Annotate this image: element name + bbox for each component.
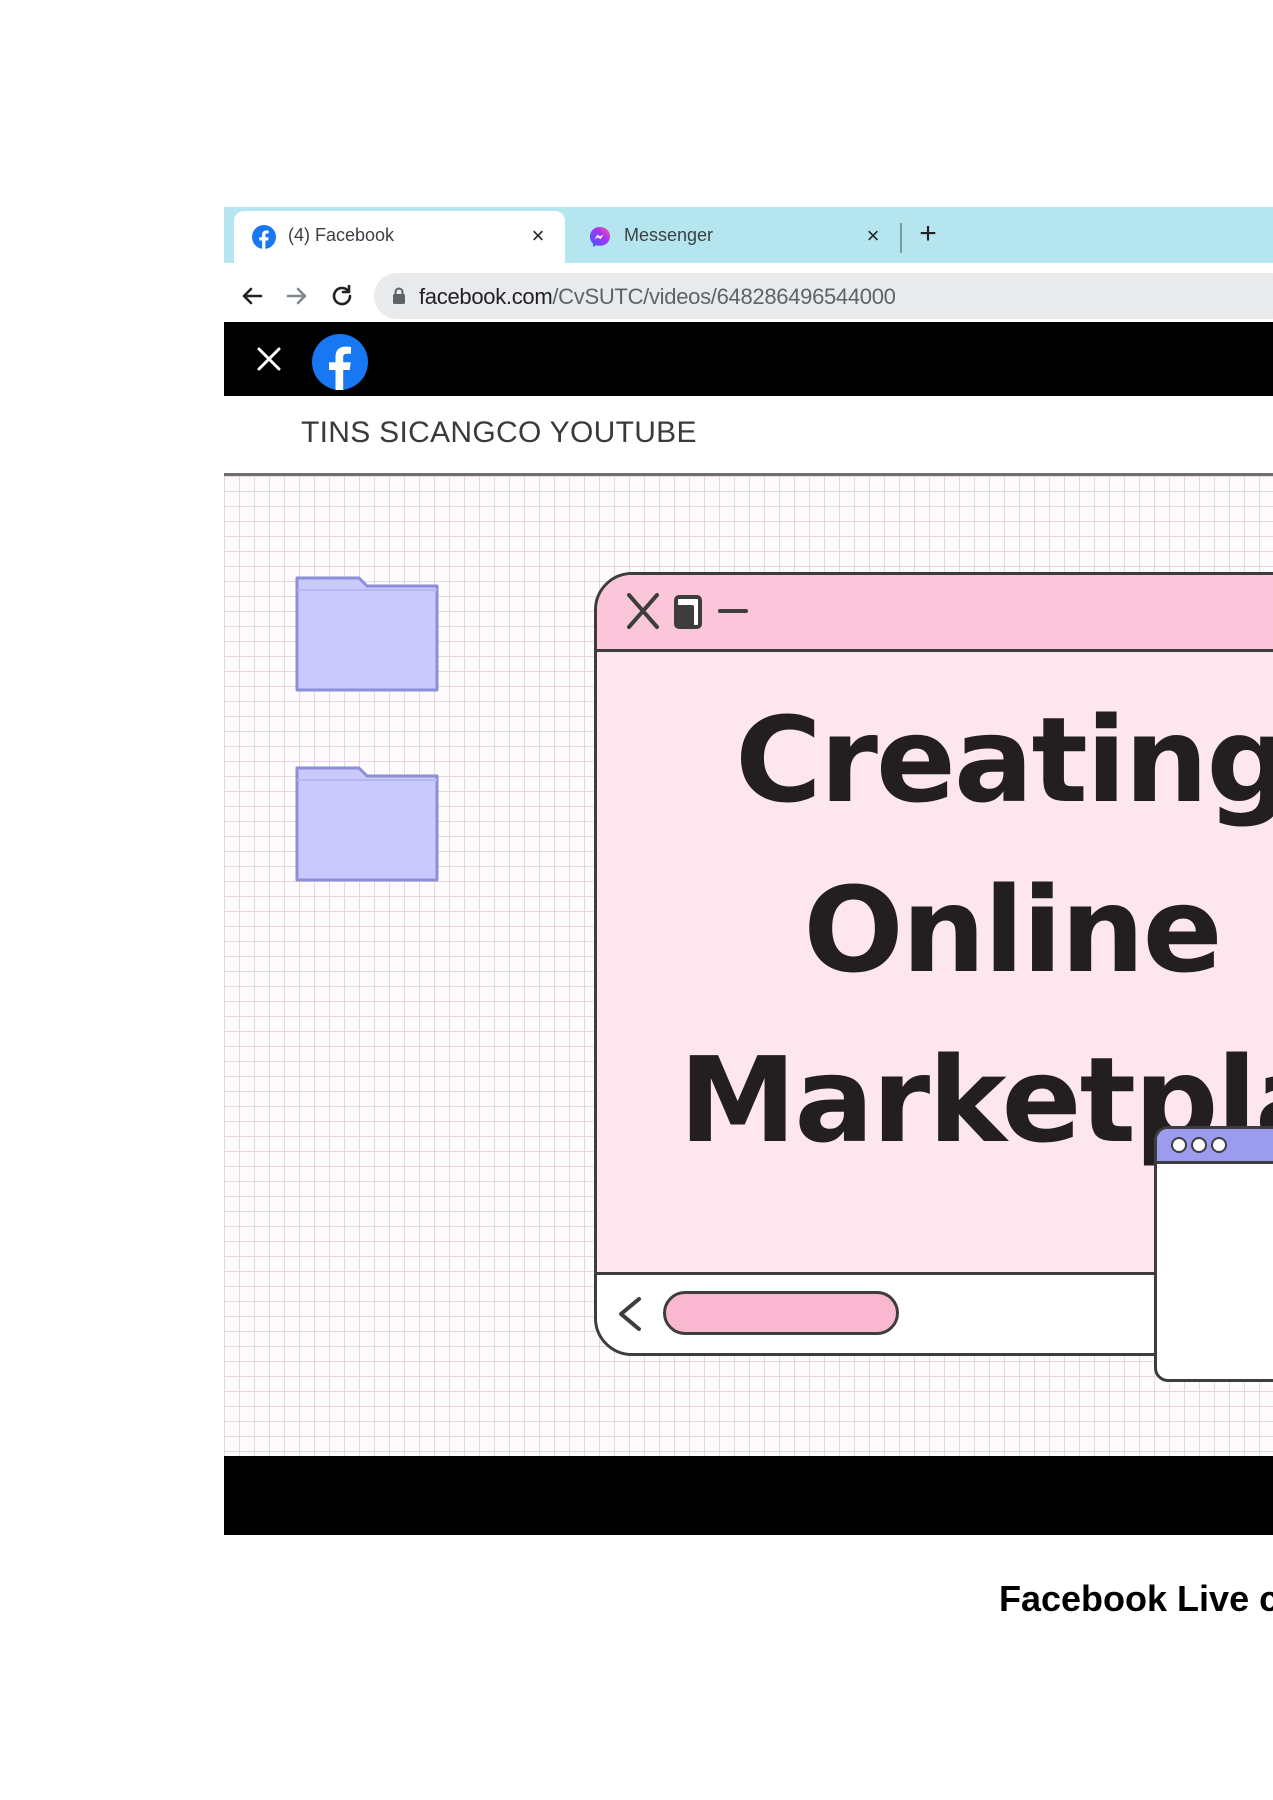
url-domain: facebook.com [419,284,553,309]
mock-mini-window [1154,1126,1273,1382]
address-text: facebook.com/CvSUTC/videos/6482864965440… [419,284,896,310]
mock-titlebar [597,575,1273,652]
video-viewer-header [224,322,1273,396]
tab-close-button[interactable]: × [525,223,551,249]
channel-name: TINS SICANGCO YOUTUBE [301,416,697,449]
browser-toolbar: facebook.com/CvSUTC/videos/6482864965440… [224,263,1273,329]
close-icon [627,593,659,629]
dot-icon [1171,1137,1187,1153]
messenger-icon [590,227,610,247]
mock-url-pill [663,1291,899,1335]
tab-separator [900,223,902,253]
new-tab-button[interactable]: + [912,219,944,251]
video-player[interactable]: TINS SICANGCO YOUTUBE Creating Online Ma… [224,396,1273,1456]
dot-icon [1211,1137,1227,1153]
tab-close-button[interactable]: × [860,223,886,249]
url-path: /CvSUTC/videos/648286496544000 [552,284,896,309]
video-channel-bar: TINS SICANGCO YOUTUBE [224,396,1273,476]
reload-icon[interactable] [327,281,357,311]
folder-icon [295,766,439,882]
close-icon[interactable] [254,344,284,374]
facebook-logo-icon[interactable] [312,334,368,390]
figure-caption: Facebook Live c [999,1578,1273,1619]
mini-window-titlebar [1157,1129,1273,1164]
screenshot-frame: (4) Facebook × Messenger × + facebook.co… [224,207,1273,1535]
lock-icon [393,287,405,304]
back-arrow-icon[interactable] [237,281,267,311]
tab-facebook[interactable]: (4) Facebook × [234,211,565,263]
tab-title: (4) Facebook [288,225,395,245]
minimize-icon [718,609,748,613]
folder-icon [295,576,439,692]
chevron-left-icon [619,1297,641,1331]
forward-arrow-icon[interactable] [282,281,312,311]
address-bar[interactable]: facebook.com/CvSUTC/videos/6482864965440… [374,273,1273,319]
grid-background: Creating Online Marketplac [224,476,1273,1456]
restore-icon [674,595,702,629]
dot-icon [1191,1137,1207,1153]
facebook-icon [252,225,276,249]
tab-title: Messenger [624,225,714,245]
headline-line: Online [803,861,1222,999]
browser-tabstrip: (4) Facebook × Messenger × + [224,207,1273,263]
tab-messenger[interactable]: Messenger × [570,211,900,263]
video-headline: Creating Online Marketplac [597,675,1273,1185]
video-viewer-footer [224,1456,1273,1535]
headline-line: Creating [735,691,1273,829]
